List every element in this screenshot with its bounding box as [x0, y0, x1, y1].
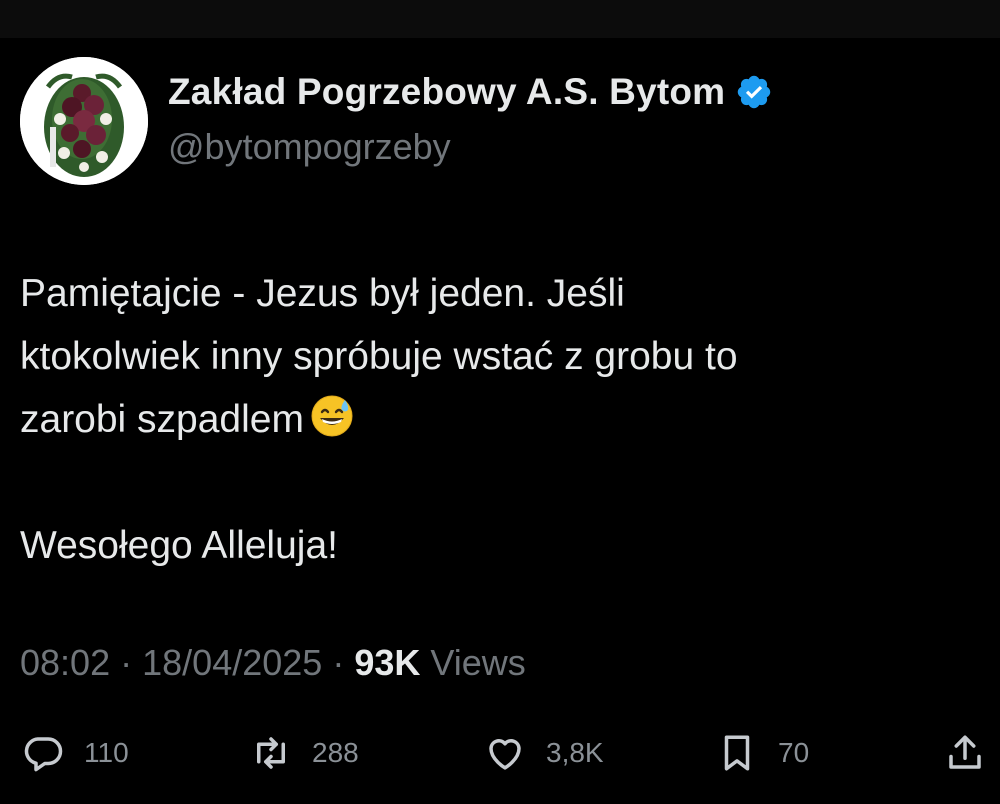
tweet-meta: 08:02 · 18/04/2025 · 93K Views [20, 642, 526, 684]
author-name-row: Zakład Pogrzebowy A.S. Bytom [168, 70, 773, 114]
bookmark-count: 70 [778, 737, 810, 768]
author-handle[interactable]: @bytompogrzeby [168, 126, 451, 168]
bookmark-icon [724, 735, 750, 771]
reply-count: 110 [84, 737, 129, 768]
repost-button[interactable]: 288 [250, 728, 359, 778]
author-display-name[interactable]: Zakład Pogrzebowy A.S. Bytom [168, 71, 725, 113]
views-count[interactable]: 93K [354, 642, 420, 683]
tweet-date[interactable]: 18/04/2025 [142, 642, 322, 683]
meta-separator: · [332, 642, 345, 683]
like-button[interactable]: 3,8K [484, 728, 604, 778]
verified-badge-icon[interactable] [735, 73, 773, 111]
like-count: 3,8K [546, 737, 604, 768]
meta-separator: · [120, 642, 133, 683]
bookmark-button[interactable]: 70 [716, 728, 809, 778]
action-bar: 110 288 3,8K 70 [0, 728, 1000, 778]
tweet-text: Pamiętajcie - Jezus był jeden. Jeśli kto… [20, 262, 960, 577]
wreath-image-icon [20, 57, 148, 185]
share-icon [949, 735, 981, 769]
heart-icon [489, 739, 521, 770]
repost-count: 288 [312, 737, 359, 768]
tweet-line: ktokolwiek inny spróbuje wstać z grobu t… [20, 335, 738, 378]
top-bar [0, 0, 1000, 38]
tweet-line: zarobi szpadlem [20, 388, 960, 451]
views-label: Views [430, 642, 526, 683]
grinning-sweat-emoji-icon [310, 394, 354, 438]
tweet-line-text: zarobi szpadlem [20, 398, 304, 441]
reply-icon [24, 737, 63, 772]
repost-icon [257, 737, 285, 769]
share-button[interactable] [944, 728, 986, 778]
avatar[interactable] [20, 57, 148, 185]
tweet-closing-line: Wesołego Alleluja! [20, 524, 338, 567]
tweet-time[interactable]: 08:02 [20, 642, 110, 683]
tweet-line: Pamiętajcie - Jezus był jeden. Jeśli [20, 272, 625, 315]
reply-button[interactable]: 110 [22, 728, 129, 778]
